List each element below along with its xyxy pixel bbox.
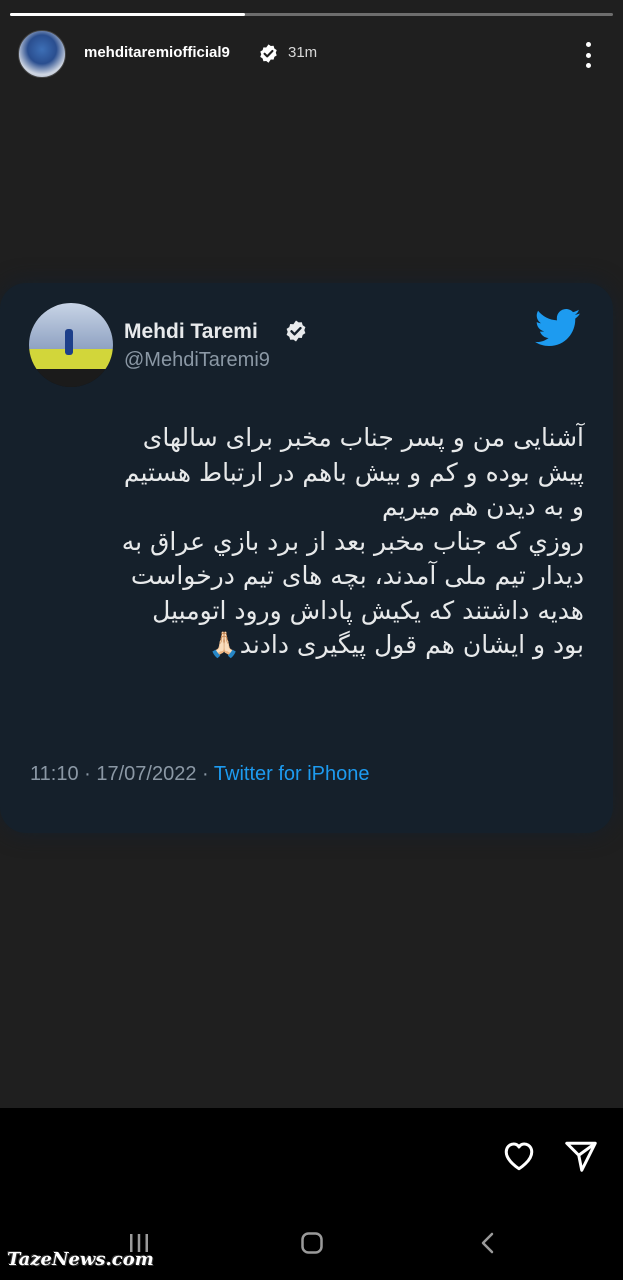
story-time: 31m bbox=[288, 44, 318, 61]
home-icon[interactable] bbox=[300, 1231, 324, 1255]
tweet-avatar bbox=[29, 303, 113, 387]
story-progress-bar bbox=[10, 13, 613, 16]
tweet-display-name: Mehdi Taremi bbox=[124, 320, 258, 343]
tweet-handle: @MehdiTaremi9 bbox=[124, 349, 270, 371]
back-icon[interactable] bbox=[478, 1231, 498, 1255]
avatar[interactable] bbox=[18, 30, 66, 78]
twitter-bird-icon bbox=[535, 309, 581, 347]
send-icon[interactable] bbox=[562, 1138, 600, 1174]
heart-icon[interactable] bbox=[500, 1138, 538, 1174]
meta-separator: · bbox=[78, 763, 97, 785]
tweet-text: آشنایی من و پسر جناب مخبر برای سالهای پی… bbox=[121, 423, 584, 659]
tweet-date: 17/07/2022 bbox=[96, 763, 197, 785]
watermark-logo: TazeNews.com bbox=[7, 1249, 154, 1270]
tweet-time: 11:10 bbox=[30, 763, 79, 785]
verified-badge-icon bbox=[286, 320, 306, 342]
tweet-meta: 11:10 · 17/07/2022 · Twitter for iPhone bbox=[30, 763, 370, 786]
verified-badge-icon bbox=[260, 44, 277, 63]
tweet-card: Mehdi Taremi @MehdiTaremi9 آشنایی من و پ… bbox=[0, 283, 613, 833]
story-header: mehditaremiofficial9 31m bbox=[18, 30, 608, 78]
more-vertical-icon[interactable] bbox=[578, 40, 598, 70]
tweet-source: Twitter for iPhone bbox=[213, 763, 370, 785]
story-progress-fill bbox=[10, 13, 246, 16]
meta-separator: · bbox=[196, 763, 214, 785]
story-username[interactable]: mehditaremiofficial9 bbox=[84, 44, 230, 61]
